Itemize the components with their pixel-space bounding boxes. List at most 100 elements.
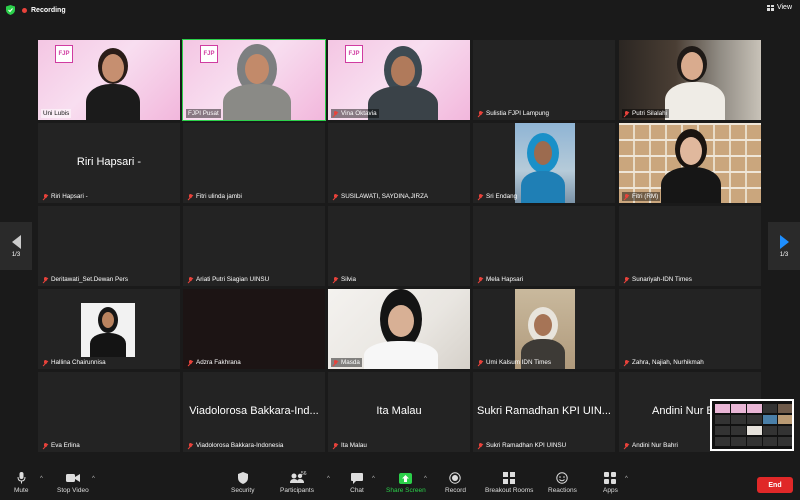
video-tile[interactable]: Umi Kalsum IDN Times [473,289,615,369]
chat-label: Chat [350,487,364,494]
participant-name: Sukri Ramadhan KPI UINSU [486,442,567,449]
participant-name-label: Deritawati_Set.Dewan Pers [41,275,130,284]
microphone-icon [14,472,28,484]
video-tile[interactable]: Fitri (RM) [619,123,761,203]
participant-name: Andini Nur Bahri [632,442,678,449]
mic-muted-icon [333,276,338,283]
participant-name-label: Umi Kalsum IDN Times [476,358,553,367]
video-tile[interactable]: Putri Silalahi [619,40,761,120]
participant-name: FJPI Pusat [188,110,219,117]
participants-button[interactable]: 56 Participants [280,471,314,494]
mic-muted-icon [188,276,193,283]
mic-muted-icon [624,276,629,283]
video-options-caret-icon[interactable]: ^ [92,476,95,482]
participant-name: Putri Silalahi [632,110,667,117]
end-meeting-button[interactable]: End [757,477,793,493]
participant-face [388,305,414,337]
share-screen-label: Share Screen [386,487,426,494]
video-tile[interactable]: Viadolorosa Bakkara-Ind... Viadolorosa B… [183,372,325,452]
video-tile[interactable]: Sukri Ramadhan KPI UIN... Sukri Ramadhan… [473,372,615,452]
video-tile[interactable]: SUSILAWATI, SAYDINA,JIRZA [328,123,470,203]
record-button[interactable]: Record [445,472,466,494]
mute-options-caret-icon[interactable]: ^ [40,476,43,482]
mic-muted-icon [624,359,629,366]
participant-name: Ariati Putri Siagian UINSU [196,276,270,283]
participant-name-label: Sri Endang [476,192,519,201]
top-bar: Recording View [0,0,800,20]
thumbnail-tile [747,404,762,413]
breakout-rooms-button[interactable]: Breakout Rooms [485,472,533,494]
grid-view-icon [766,4,774,11]
video-tile[interactable]: Hallina Chairunnisa [38,289,180,369]
video-tile[interactable]: Riri Hapsari - Riri Hapsari - [38,123,180,203]
reactions-button[interactable]: Reactions [548,472,577,494]
participant-name-label: Masda [331,358,362,367]
previous-page-button[interactable]: 1/3 [0,222,32,270]
participants-options-caret-icon[interactable]: ^ [327,476,330,482]
recording-dot-icon [22,7,27,13]
share-screen-button[interactable]: Share Screen [386,472,426,494]
participant-face [534,314,552,336]
thumbnail-tile [747,437,762,446]
participant-name: Riri Hapsari - [51,193,88,200]
video-tile[interactable]: Zahra, Najiah, Nurhikmah [619,289,761,369]
video-tile[interactable]: Fitri ulinda jambi [183,123,325,203]
video-tile[interactable]: Masda [328,289,470,369]
apps-options-caret-icon[interactable]: ^ [625,476,628,482]
video-tile[interactable]: Sulistia FJPI Lampung [473,40,615,120]
page-indicator-right: 1/3 [779,251,789,258]
participant-name: Silvia [341,276,357,283]
apps-button[interactable]: Apps [603,472,618,494]
mute-button[interactable]: Mute [14,472,28,494]
participant-face [680,137,702,165]
video-tile[interactable]: Ariati Putri Siagian UINSU [183,206,325,286]
participant-body [661,167,721,203]
thumbnail-tile [778,426,792,435]
thumbnail-tile [731,426,746,435]
participant-name-label: Hallina Chairunnisa [41,358,108,367]
next-page-button[interactable]: 1/3 [768,222,800,270]
participant-name-label: Sukri Ramadhan KPI UINSU [476,441,568,450]
apps-icon [603,472,617,484]
video-tile[interactable]: Eva Erlina [38,372,180,452]
video-tile[interactable]: Mela Hapsari [473,206,615,286]
participant-name-label: Eva Erlina [41,441,82,450]
video-tile[interactable]: Silvia [328,206,470,286]
participant-name-label: Mela Hapsari [476,275,525,284]
participant-name: Sulistia FJPI Lampung [486,110,549,117]
security-button[interactable]: Security [231,472,254,494]
video-tile[interactable]: Deritawati_Set.Dewan Pers [38,206,180,286]
participant-name-label: Putri Silalahi [622,109,669,118]
participant-name-label: Sulistia FJPI Lampung [476,109,551,118]
participant-name: Hallina Chairunnisa [51,359,106,366]
participant-name-label: Andini Nur Bahri [622,441,680,450]
video-tile[interactable]: Sunariyah-IDN Times [619,206,761,286]
share-options-caret-icon[interactable]: ^ [424,476,427,482]
participant-face [534,141,552,165]
participant-name-label: Adzra Fakhrana [186,358,243,367]
breakout-rooms-label: Breakout Rooms [485,487,534,494]
chat-button[interactable]: Chat [350,472,364,494]
shield-icon[interactable] [6,5,15,15]
chat-options-caret-icon[interactable]: ^ [372,476,375,482]
participant-name-label: Sunariyah-IDN Times [622,275,694,284]
video-tile-active-speaker[interactable]: FJP FJPI Pusat [182,39,326,121]
participant-name-label: Fitri ulinda jambi [186,192,244,201]
mic-muted-icon [188,359,193,366]
video-tile[interactable]: Ita Malau Ita Malau [328,372,470,452]
mic-muted-icon [43,276,48,283]
self-view-thumbnail[interactable] [710,399,794,451]
view-button[interactable]: View [766,4,792,11]
video-tile[interactable]: Sri Endang [473,123,615,203]
participant-name: Mela Hapsari [486,276,524,283]
video-tile[interactable]: FJP Vina Oktavia [328,40,470,120]
mic-muted-icon [478,193,483,200]
stop-video-button[interactable]: Stop Video [57,472,89,494]
thumbnail-tile [763,404,777,413]
recording-label: Recording [31,6,66,14]
participant-body [364,341,438,369]
video-tile[interactable]: FJP Uni Lubis [38,40,180,120]
recording-indicator[interactable]: Recording [22,4,66,16]
mic-muted-icon [43,442,48,449]
video-tile[interactable]: Adzra Fakhrana [183,289,325,369]
